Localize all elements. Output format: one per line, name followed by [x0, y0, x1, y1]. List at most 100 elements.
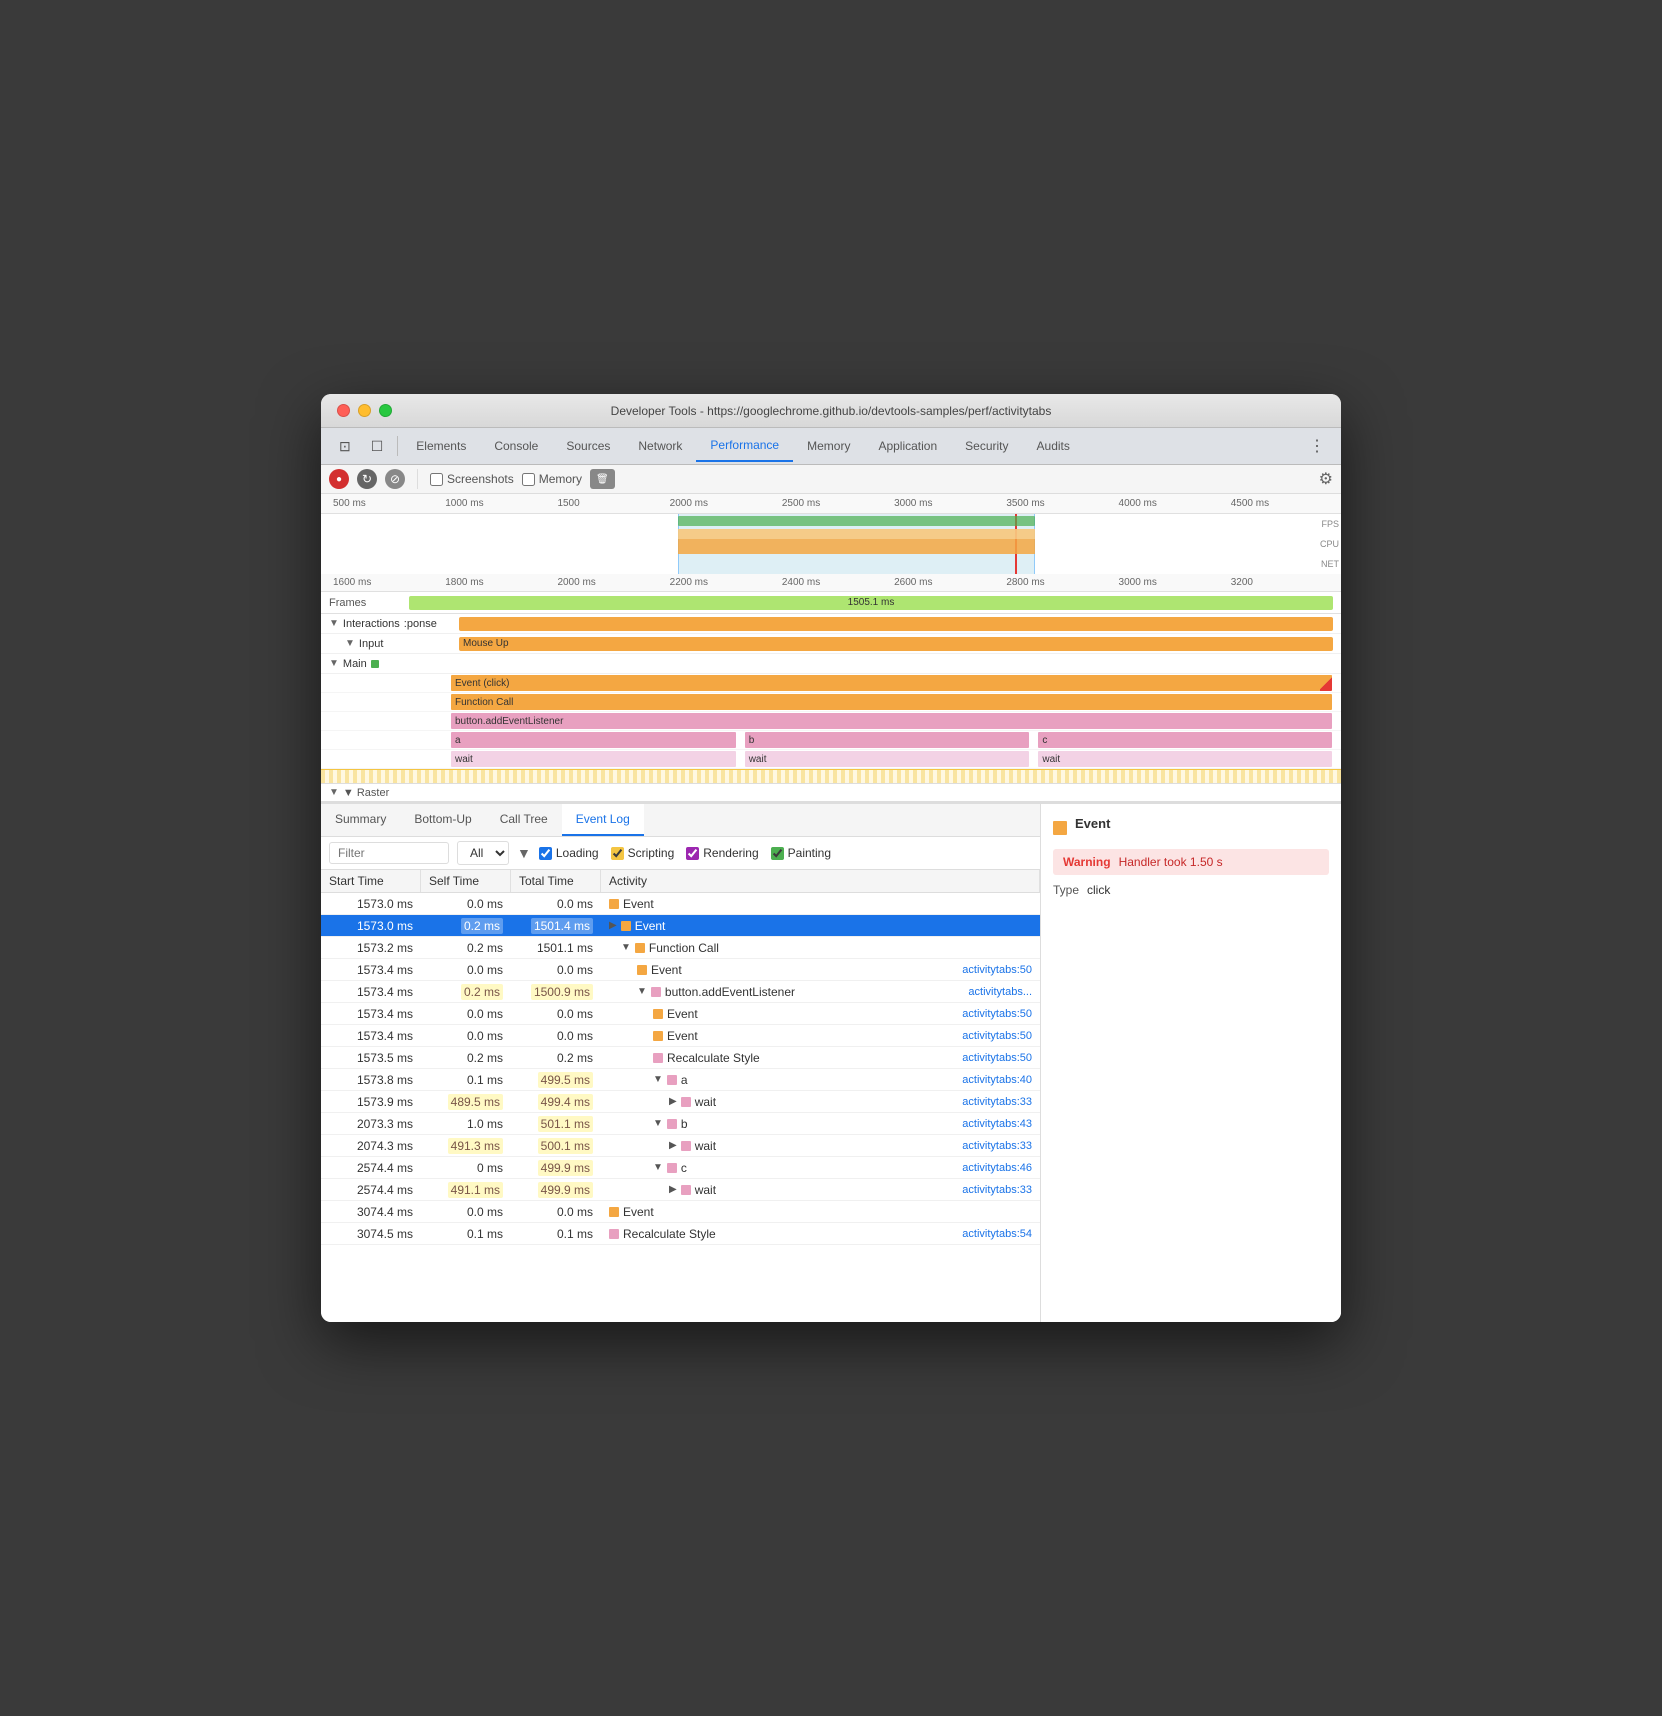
- table-row[interactable]: 3074.5 ms 0.1 ms 0.1 ms Recalculate Styl…: [321, 1223, 1040, 1245]
- tab-network[interactable]: Network: [624, 431, 696, 461]
- activity-link[interactable]: activitytabs:33: [962, 1096, 1032, 1108]
- table-row[interactable]: 1573.5 ms 0.2 ms 0.2 ms Recalculate Styl…: [321, 1047, 1040, 1069]
- table-row[interactable]: 2074.3 ms 491.3 ms 500.1 ms ▶ wait activ…: [321, 1135, 1040, 1157]
- table-row[interactable]: 1573.0 ms 0.0 ms 0.0 ms Event: [321, 893, 1040, 915]
- activity-link[interactable]: activitytabs:50: [962, 1052, 1032, 1064]
- activity-label: Event: [623, 1205, 654, 1219]
- main-track: [459, 655, 1333, 673]
- table-row[interactable]: 2574.4 ms 491.1 ms 499.9 ms ▶ wait activ…: [321, 1179, 1040, 1201]
- tab-audits[interactable]: Audits: [1023, 431, 1084, 461]
- activity-link[interactable]: activitytabs:50: [962, 964, 1032, 976]
- tree-arrow: ▼: [653, 1074, 663, 1085]
- tab-event-log[interactable]: Event Log: [562, 804, 644, 836]
- detail-type-value: click: [1087, 883, 1110, 897]
- reload-button[interactable]: ↻: [357, 469, 377, 489]
- record-button[interactable]: ●: [329, 469, 349, 489]
- th-total-time[interactable]: Total Time: [511, 870, 601, 892]
- more-tabs-button[interactable]: ⋮: [1301, 428, 1333, 464]
- maximize-button[interactable]: [379, 404, 392, 417]
- activity-label: Recalculate Style: [623, 1227, 716, 1241]
- activity-link[interactable]: activitytabs:40: [962, 1074, 1032, 1086]
- table-row[interactable]: 1573.2 ms 0.2 ms 1501.1 ms ▼ Function Ca…: [321, 937, 1040, 959]
- rendering-checkbox[interactable]: [686, 847, 699, 860]
- activity-link[interactable]: activitytabs:50: [962, 1008, 1032, 1020]
- rendering-filter: Rendering: [686, 846, 758, 860]
- tab-elements[interactable]: Elements: [402, 431, 480, 461]
- tab-memory[interactable]: Memory: [793, 431, 864, 461]
- tab-application[interactable]: Application: [864, 431, 951, 461]
- table-row[interactable]: 2073.3 ms 1.0 ms 501.1 ms ▼ b activityta…: [321, 1113, 1040, 1135]
- close-button[interactable]: [337, 404, 350, 417]
- gear-icon[interactable]: ⚙: [1319, 469, 1333, 489]
- activity-link[interactable]: activitytabs:33: [962, 1140, 1032, 1152]
- activity-link[interactable]: activitytabs...: [968, 986, 1032, 998]
- memory-checkbox[interactable]: [522, 473, 535, 486]
- activity-link[interactable]: activitytabs:43: [962, 1118, 1032, 1130]
- cell-total: 0.0 ms: [511, 1203, 601, 1221]
- filter-select[interactable]: All: [457, 841, 509, 865]
- activity-link[interactable]: activitytabs:54: [962, 1228, 1032, 1240]
- flame-wait-b[interactable]: wait: [745, 751, 1030, 767]
- table-row[interactable]: 1573.4 ms 0.0 ms 0.0 ms Event activityta…: [321, 1003, 1040, 1025]
- screenshots-checkbox[interactable]: [430, 473, 443, 486]
- cell-total: 499.9 ms: [511, 1181, 601, 1199]
- flame-b[interactable]: b: [745, 732, 1030, 748]
- table-row[interactable]: 1573.4 ms 0.0 ms 0.0 ms Event activityta…: [321, 1025, 1040, 1047]
- tab-sources[interactable]: Sources: [552, 431, 624, 461]
- tab-call-tree[interactable]: Call Tree: [486, 804, 562, 836]
- tab-bottom-up[interactable]: Bottom-Up: [400, 804, 485, 836]
- table-row[interactable]: 1573.4 ms 0.2 ms 1500.9 ms ▼ button.addE…: [321, 981, 1040, 1003]
- activity-link[interactable]: activitytabs:33: [962, 1184, 1032, 1196]
- table-row[interactable]: 1573.9 ms 489.5 ms 499.4 ms ▶ wait activ…: [321, 1091, 1040, 1113]
- loading-filter: Loading: [539, 846, 599, 860]
- filter-input[interactable]: [329, 842, 449, 864]
- flame-event-click[interactable]: Event (click): [451, 675, 1332, 691]
- flame-addeventlistener[interactable]: button.addEventListener: [451, 713, 1332, 729]
- th-activity[interactable]: Activity: [601, 870, 1040, 892]
- tab-security[interactable]: Security: [951, 431, 1022, 461]
- table-row[interactable]: 2574.4 ms 0 ms 499.9 ms ▼ c activitytabs…: [321, 1157, 1040, 1179]
- th-start-time[interactable]: Start Time: [321, 870, 421, 892]
- flame-c[interactable]: c: [1038, 732, 1332, 748]
- flame-wait-a[interactable]: wait: [451, 751, 736, 767]
- fps-fill: [678, 516, 1035, 526]
- flame-wait-c[interactable]: wait: [1038, 751, 1332, 767]
- raster-triangle[interactable]: ▼: [329, 787, 339, 798]
- device-icon[interactable]: ☐: [361, 430, 394, 463]
- tab-performance[interactable]: Performance: [696, 430, 793, 462]
- table-row[interactable]: 3074.4 ms 0.0 ms 0.0 ms Event: [321, 1201, 1040, 1223]
- minimize-button[interactable]: [358, 404, 371, 417]
- interactions-label: Interactions: [343, 618, 400, 630]
- tab-console[interactable]: Console: [480, 431, 552, 461]
- flame-row-addeventlistener: button.addEventListener: [321, 712, 1341, 731]
- input-triangle[interactable]: ▼: [345, 638, 355, 649]
- interactions-triangle[interactable]: ▼: [329, 618, 339, 629]
- inspect-icon[interactable]: ⊡: [329, 430, 361, 463]
- loading-checkbox[interactable]: [539, 847, 552, 860]
- th-self-time[interactable]: Self Time: [421, 870, 511, 892]
- table-row-selected[interactable]: 1573.0 ms 0.2 ms 1501.4 ms ▶ Event: [321, 915, 1040, 937]
- main-header-row: ▼ Main: [321, 654, 1341, 674]
- tree-arrow: ▶: [669, 1096, 677, 1107]
- tab-summary[interactable]: Summary: [321, 804, 400, 836]
- activity-link[interactable]: activitytabs:46: [962, 1162, 1032, 1174]
- input-event: Mouse Up: [463, 638, 509, 649]
- devtools-window: Developer Tools - https://googlechrome.g…: [321, 394, 1341, 1322]
- main-triangle[interactable]: ▼: [329, 658, 339, 669]
- table-row[interactable]: 1573.8 ms 0.1 ms 499.5 ms ▼ a activityta…: [321, 1069, 1040, 1091]
- activity-icon-pink: [681, 1141, 691, 1151]
- ruler-2500: 2500 ms: [780, 498, 892, 509]
- clear-button[interactable]: ⊘: [385, 469, 405, 489]
- flame-a[interactable]: a: [451, 732, 736, 748]
- frames-bar[interactable]: 1505.1 ms: [409, 596, 1333, 610]
- interactions-bar[interactable]: [459, 617, 1333, 631]
- painting-checkbox[interactable]: [771, 847, 784, 860]
- activity-icon-pink: [667, 1119, 677, 1129]
- input-bar[interactable]: Mouse Up: [459, 637, 1333, 651]
- activity-link[interactable]: activitytabs:50: [962, 1030, 1032, 1042]
- scripting-checkbox[interactable]: [611, 847, 624, 860]
- cell-total: 499.5 ms: [511, 1071, 601, 1089]
- flame-function-call[interactable]: Function Call: [451, 694, 1332, 710]
- table-row[interactable]: 1573.4 ms 0.0 ms 0.0 ms Event activityta…: [321, 959, 1040, 981]
- trash-button[interactable]: 🗑: [590, 469, 615, 489]
